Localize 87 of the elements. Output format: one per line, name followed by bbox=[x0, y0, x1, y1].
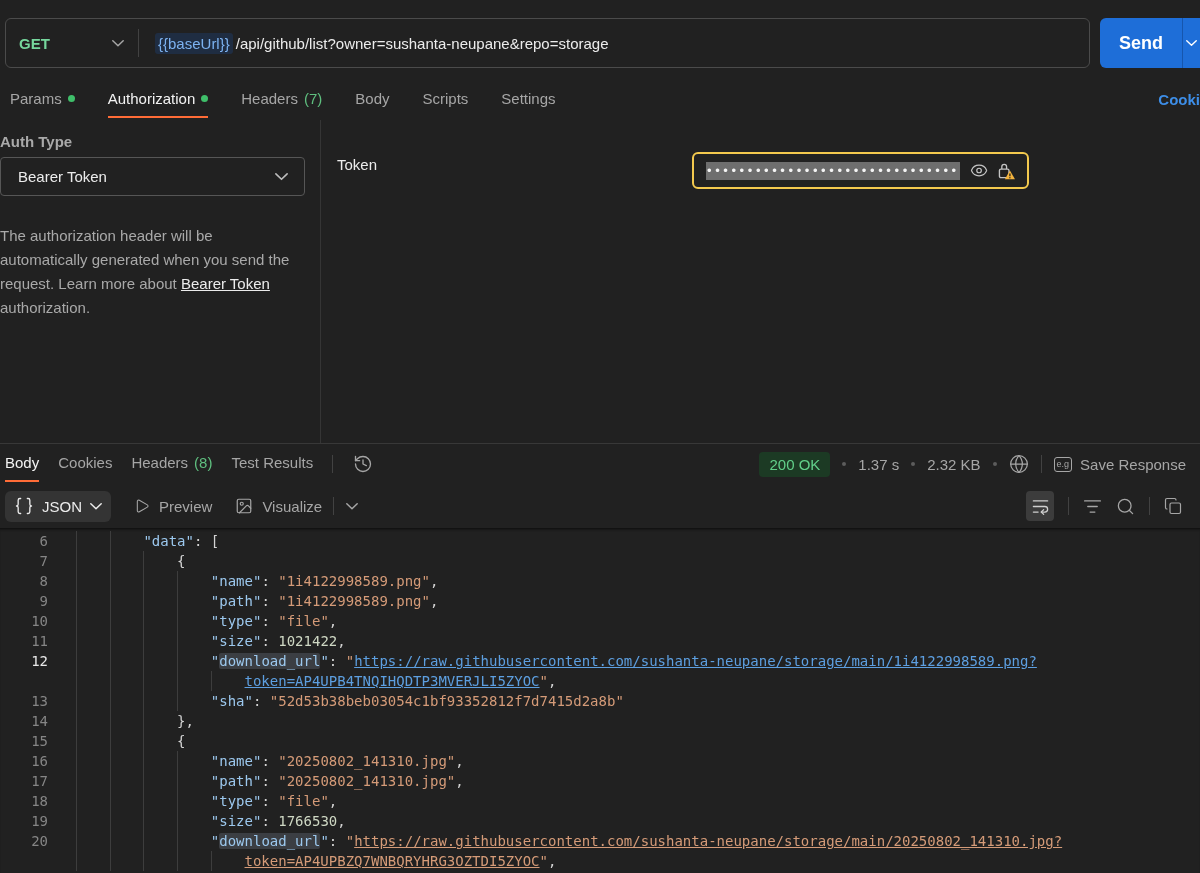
braces-icon bbox=[14, 496, 34, 516]
code-line: }, bbox=[177, 712, 194, 731]
code-line: "type": "file", bbox=[210, 792, 338, 811]
line-number: 15 bbox=[30, 732, 48, 751]
token-input[interactable]: ••••••••••••••••••••••••••••••• bbox=[692, 152, 1029, 189]
token-label: Token bbox=[337, 155, 379, 175]
chevron-down-icon bbox=[1186, 39, 1197, 46]
highlighted-key: download_url bbox=[219, 653, 321, 669]
request-tab[interactable]: Body bbox=[355, 81, 390, 118]
code-line: "name": "1i4122998589.png", bbox=[210, 572, 439, 591]
play-icon bbox=[134, 498, 150, 514]
response-tab[interactable]: Cookies bbox=[58, 445, 113, 482]
url-link[interactable]: token=AP4UPB4TNQIHQDTP3MVERJLI5ZYOC bbox=[244, 673, 540, 689]
search-icon[interactable] bbox=[1116, 496, 1135, 516]
view-button[interactable]: Preview bbox=[134, 497, 213, 515]
line-number: 7 bbox=[38, 552, 48, 571]
code-line: "size": 1021422, bbox=[210, 632, 346, 651]
copy-icon[interactable] bbox=[1164, 497, 1182, 515]
auth-type-label: Auth Type bbox=[0, 133, 74, 151]
response-time: 1.37 s bbox=[858, 455, 900, 473]
url-link[interactable]: https://raw.githubusercontent.com/sushanta-neupane/storage/main/1i4122998589.png? bbox=[354, 653, 1037, 669]
url-variable: {{baseUrl}} bbox=[155, 32, 233, 54]
chevron-down-icon bbox=[275, 172, 288, 181]
auth-description: The authorization header will be automatically generated when you send the request. Learn more about Bearer Token authorization. bbox=[0, 226, 291, 318]
url-link[interactable]: token=AP4UPBZQ7WNBQRYHRG3OZTDI5ZYOC bbox=[244, 853, 540, 869]
request-tab[interactable]: Settings bbox=[501, 81, 556, 118]
code-line: "size": 1766530, bbox=[210, 812, 346, 831]
request-tab[interactable]: Authorization bbox=[107, 81, 209, 118]
example-tag: e.g bbox=[1053, 456, 1073, 472]
response-tab[interactable]: Headers (8) bbox=[131, 445, 213, 482]
line-number: 11 bbox=[30, 632, 48, 651]
separator-dot-icon bbox=[842, 462, 847, 466]
line-number: 18 bbox=[30, 792, 48, 811]
line-number: 6 bbox=[38, 532, 48, 551]
chevron-down-icon bbox=[90, 502, 102, 510]
auth-type-dropdown[interactable]: Bearer Token bbox=[0, 157, 305, 196]
line-number: 16 bbox=[30, 752, 48, 771]
chevron-down-icon[interactable] bbox=[346, 502, 359, 510]
lock-warning-icon[interactable] bbox=[997, 161, 1015, 180]
response-tab[interactable]: Body bbox=[5, 445, 40, 482]
line-number: 9 bbox=[38, 592, 48, 611]
url-path: /api/github/list?owner=sushanta-neupane&repo=storage bbox=[235, 34, 609, 52]
globe-icon[interactable] bbox=[1008, 454, 1029, 474]
url-field[interactable]: {{baseUrl}} /api/github/list?owner=sushanta-neupane&repo=storage bbox=[139, 19, 1089, 67]
method-dropdown[interactable]: GET bbox=[6, 19, 138, 67]
line-number: 17 bbox=[30, 772, 48, 791]
code-line: token=AP4UPB4TNQIHQDTP3MVERJLI5ZYOC", bbox=[244, 672, 557, 691]
line-number: 20 bbox=[30, 832, 48, 851]
response-size: 2.32 KB bbox=[927, 455, 981, 473]
status-badge: 200 OK bbox=[759, 451, 831, 477]
cookies-link[interactable]: Cooki bbox=[1158, 81, 1200, 118]
highlighted-key: download_url bbox=[219, 833, 321, 849]
save-response-button[interactable]: e.g Save Response bbox=[1053, 455, 1186, 473]
code-line: "download_url": "https://raw.githubusercontent.com/sushanta-neupane/storage/main/1i4122998589.png? bbox=[210, 652, 1037, 671]
line-number: 12 bbox=[30, 652, 48, 671]
line-number: 10 bbox=[30, 612, 48, 631]
code-line: "data": [ bbox=[143, 532, 220, 551]
separator-dot-icon bbox=[911, 462, 916, 466]
url-link[interactable]: https://raw.githubusercontent.com/sushanta-neupane/storage/main/20250802_141310.jpg? bbox=[354, 833, 1063, 849]
code-line: "download_url": "https://raw.githubusercontent.com/sushanta-neupane/storage/main/20250802_141310.jpg? bbox=[210, 832, 1063, 851]
format-dropdown[interactable]: JSON bbox=[5, 490, 111, 522]
code-line: token=AP4UPBZQ7WNBQRYHRG3OZTDI5ZYOC", bbox=[244, 852, 557, 871]
line-number: 8 bbox=[38, 572, 48, 591]
code-line: "path": "1i4122998589.png", bbox=[210, 592, 439, 611]
separator-dot-icon bbox=[992, 462, 997, 466]
response-tab[interactable]: Test Results bbox=[231, 445, 314, 482]
line-number: 19 bbox=[30, 812, 48, 831]
code-line: "sha": "52d53b38beb03054c1bf93352812f7d7415d2a8b" bbox=[210, 692, 624, 711]
code-line: { bbox=[177, 552, 186, 571]
send-menu-button[interactable] bbox=[1182, 18, 1200, 68]
request-tab[interactable]: Params bbox=[10, 81, 75, 118]
code-line: "type": "file", bbox=[210, 612, 338, 631]
token-value: ••••••••••••••••••••••••••••••• bbox=[706, 161, 960, 180]
send-button[interactable]: Send bbox=[1100, 18, 1182, 68]
view-button[interactable]: Visualize bbox=[235, 497, 323, 515]
chevron-down-icon bbox=[112, 39, 124, 47]
code-line: "path": "20250802_141310.jpg", bbox=[210, 772, 464, 791]
image-icon bbox=[235, 497, 254, 515]
wrap-lines-button[interactable] bbox=[1026, 491, 1054, 521]
history-icon[interactable] bbox=[353, 454, 374, 474]
code-line: { bbox=[177, 732, 186, 751]
line-number: 13 bbox=[30, 692, 48, 711]
code-line: "name": "20250802_141310.jpg", bbox=[210, 752, 464, 771]
request-tab[interactable]: Scripts bbox=[422, 81, 469, 118]
bearer-token-link[interactable]: Bearer Token bbox=[180, 275, 270, 292]
line-number: 14 bbox=[30, 712, 48, 731]
request-tab[interactable]: Headers (7) bbox=[241, 81, 323, 118]
